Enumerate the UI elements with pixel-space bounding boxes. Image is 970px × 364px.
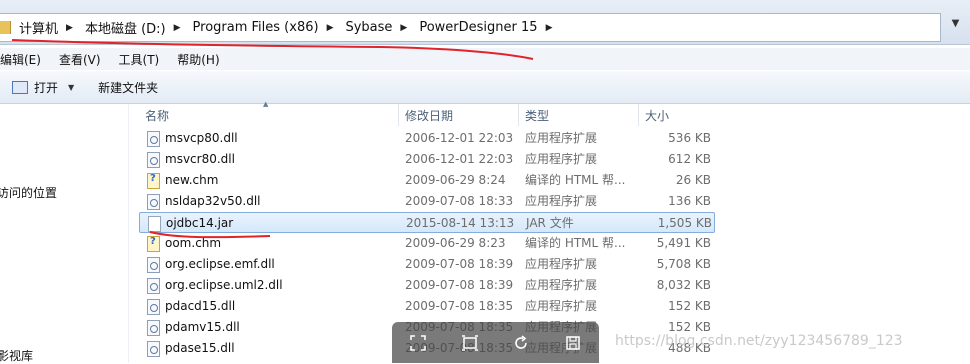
file-row[interactable]: org.eclipse.emf.dll 2009-07-08 18:39 应用程序扩… [139, 254, 715, 275]
open-label: 打开 [34, 80, 59, 95]
breadcrumb-powerdesigner[interactable]: PowerDesigner 15 [419, 20, 543, 35]
breadcrumb-drive-d[interactable]: 本地磁盘 (D:) [85, 18, 172, 37]
chevron-down-icon[interactable]: ▼ [68, 83, 74, 92]
column-date-modified[interactable]: 修改日期 [399, 104, 519, 126]
dll-icon [147, 131, 160, 147]
file-date-modified: 2009-06-29 8:24 [405, 173, 506, 187]
menu-bar: 编辑(E) 查看(V) 工具(T) 帮助(H) [0, 48, 970, 70]
file-size: 536 KB [668, 131, 711, 145]
file-size: 5,491 KB [656, 236, 711, 250]
file-name: pdamv15.dll [165, 320, 240, 334]
file-type: 应用程序扩展 [525, 257, 598, 271]
menu-help[interactable]: 帮助(H) [168, 51, 228, 68]
file-date-modified: 2009-06-29 8:23 [405, 236, 506, 250]
nav-item-recent-places[interactable]: 访问的位置 [0, 184, 57, 201]
save-icon[interactable] [558, 328, 588, 358]
file-row[interactable]: org.eclipse.uml2.dll 2009-07-08 18:39 应用程序… [139, 275, 715, 296]
file-type: 应用程序扩展 [525, 152, 598, 166]
file-name: oom.chm [165, 236, 222, 250]
file-row[interactable]: ojdbc14.jar 2015-08-14 13:13 JAR 文件 1,505 K… [139, 212, 715, 233]
breadcrumb-computer[interactable]: 计算机 [19, 18, 64, 37]
column-name[interactable]: 名称 [139, 104, 399, 126]
file-name: new.chm [165, 173, 219, 187]
menu-tools[interactable]: 工具(T) [110, 51, 169, 68]
menu-edit[interactable]: 编辑(E) [0, 51, 50, 68]
chevron-right-icon[interactable]: ▶ [174, 23, 181, 33]
jar-icon [148, 216, 161, 232]
file-name: msvcr80.dll [165, 152, 235, 166]
file-name: nsldap32v50.dll [165, 194, 261, 208]
dll-icon [147, 152, 160, 168]
chevron-right-icon[interactable]: ▶ [327, 23, 334, 33]
file-type: 应用程序扩展 [525, 131, 598, 145]
new-folder-label: 新建文件夹 [98, 80, 159, 95]
file-row[interactable]: msvcp80.dll 2006-12-01 22:03 应用程序扩展 536 KB [139, 128, 715, 149]
column-size[interactable]: 大小 [639, 104, 715, 126]
file-size: 26 KB [675, 173, 711, 187]
file-date-modified: 2009-07-08 18:33 [405, 194, 514, 208]
file-size: 8,032 KB [656, 278, 711, 292]
file-name: ojdbc14.jar [166, 216, 234, 230]
open-button[interactable]: 打开 ▼ [0, 75, 86, 99]
menu-view[interactable]: 查看(V) [50, 51, 110, 68]
file-size: 152 KB [668, 299, 711, 313]
file-row[interactable]: nsldap32v50.dll 2009-07-08 18:33 应用程序扩展 136… [139, 191, 715, 212]
image-viewer-toolbar [392, 322, 599, 363]
file-size: 1,505 KB [657, 216, 712, 230]
dll-icon [147, 299, 160, 315]
file-date-modified: 2009-07-08 18:39 [405, 257, 514, 271]
file-name: org.eclipse.emf.dll [165, 257, 275, 271]
file-type: 应用程序扩展 [525, 299, 598, 313]
dll-icon [147, 278, 160, 294]
file-name: pdacd15.dll [165, 299, 236, 313]
column-type[interactable]: 类型 [519, 104, 639, 126]
new-folder-button[interactable]: 新建文件夹 [86, 75, 170, 99]
file-row[interactable]: msvcr80.dll 2006-12-01 22:03 应用程序扩展 612 KB [139, 149, 715, 170]
history-dropdown-icon[interactable]: ▼ [941, 8, 970, 38]
file-name: msvcp80.dll [165, 131, 238, 145]
file-date-modified: 2009-07-08 18:35 [405, 299, 514, 313]
rotate-icon[interactable] [506, 328, 536, 358]
file-date-modified: 2015-08-14 13:13 [406, 216, 515, 230]
open-icon [12, 80, 28, 94]
file-type: 编译的 HTML 帮... [525, 173, 626, 187]
fit-window-icon[interactable] [403, 328, 433, 358]
file-row[interactable]: pdacd15.dll 2009-07-08 18:35 应用程序扩展 152 KB [139, 296, 715, 317]
file-date-modified: 2006-12-01 22:03 [405, 131, 514, 145]
file-size: 612 KB [668, 152, 711, 166]
navigation-pane: 访问的位置 影视库 [0, 104, 129, 363]
folder-icon [0, 21, 11, 34]
file-row[interactable]: new.chm 2009-06-29 8:24 编译的 HTML 帮... 26 KB [139, 170, 715, 191]
dll-icon [147, 341, 160, 357]
chm-icon [147, 236, 160, 252]
file-type: 编译的 HTML 帮... [525, 236, 626, 250]
file-size: 136 KB [668, 194, 711, 208]
address-bar: 计算机 ▶ 本地磁盘 (D:) ▶ Program Files (x86) ▶ Syb… [0, 0, 970, 45]
chm-icon [147, 173, 160, 189]
file-type: 应用程序扩展 [525, 194, 598, 208]
file-date-modified: 2006-12-01 22:03 [405, 152, 514, 166]
actual-size-icon[interactable] [455, 328, 485, 358]
file-row[interactable]: oom.chm 2009-06-29 8:23 编译的 HTML 帮... 5,491… [139, 233, 715, 254]
file-date-modified: 2009-07-08 18:39 [405, 278, 514, 292]
dll-icon [147, 257, 160, 273]
dll-icon [147, 194, 160, 210]
file-name: pdase15.dll [165, 341, 235, 355]
dll-icon [147, 320, 160, 336]
breadcrumb-sybase[interactable]: Sybase [345, 20, 398, 35]
chevron-right-icon[interactable]: ▶ [400, 23, 407, 33]
watermark-url: https://blog.csdn.net/zyy123456789_123 [615, 333, 903, 349]
toolbar: 打开 ▼ 新建文件夹 [0, 71, 970, 104]
breadcrumb-program-files[interactable]: Program Files (x86) [193, 20, 325, 35]
column-header: ▲ 名称 修改日期 类型 大小 [139, 100, 719, 126]
chevron-right-icon[interactable]: ▶ [546, 23, 553, 33]
nav-item-video-library[interactable]: 影视库 [0, 347, 33, 364]
file-type: JAR 文件 [526, 216, 574, 230]
breadcrumb[interactable]: 计算机 ▶ 本地磁盘 (D:) ▶ Program Files (x86) ▶ Syb… [0, 13, 941, 42]
file-size: 5,708 KB [656, 257, 711, 271]
chevron-right-icon[interactable]: ▶ [66, 23, 73, 33]
file-type: 应用程序扩展 [525, 278, 598, 292]
file-name: org.eclipse.uml2.dll [165, 278, 283, 292]
